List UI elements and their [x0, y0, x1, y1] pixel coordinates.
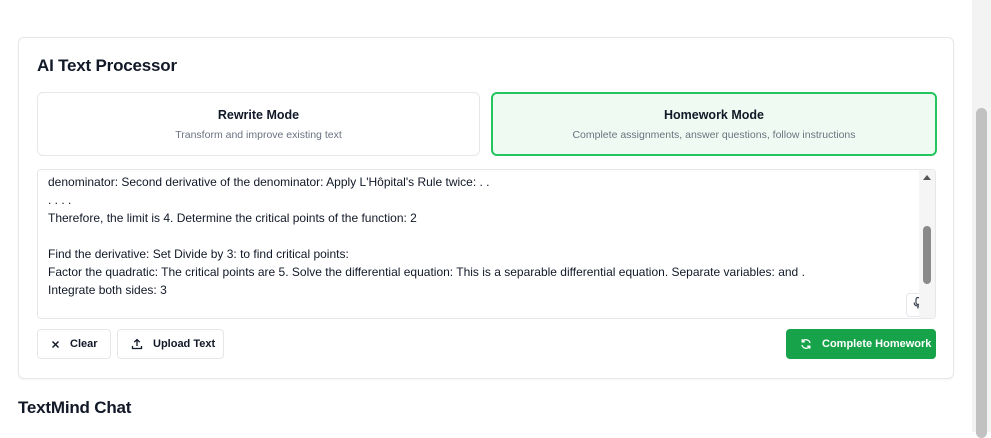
homework-mode-option[interactable]: Homework Mode Complete assignments, answ…	[491, 92, 937, 156]
complete-homework-label: Complete Homework	[822, 338, 932, 350]
rewrite-mode-description: Transform and improve existing text	[175, 129, 342, 141]
page-scrollbar[interactable]	[972, 0, 991, 438]
clear-button[interactable]: Clear	[37, 329, 111, 359]
page-scrollbar-thumb[interactable]	[976, 108, 987, 438]
x-icon	[51, 340, 60, 349]
processor-title: AI Text Processor	[37, 56, 177, 75]
text-line: . . . .	[48, 193, 72, 207]
refresh-icon	[800, 338, 812, 350]
text-input-content[interactable]: denominator: Second derivative of the de…	[48, 173, 908, 299]
text-line: denominator: Second derivative of the de…	[48, 175, 490, 189]
homework-mode-description: Complete assignments, answer questions, …	[572, 129, 856, 141]
upload-icon	[131, 338, 143, 350]
homework-mode-title: Homework Mode	[663, 108, 764, 122]
scroll-up-arrow-icon[interactable]	[923, 175, 931, 180]
complete-homework-button[interactable]: Complete Homework	[786, 329, 936, 359]
clear-button-label: Clear	[70, 338, 98, 350]
rewrite-mode-option[interactable]: Rewrite Mode Transform and improve exist…	[37, 92, 480, 156]
text-processor-card: AI Text Processor Rewrite Mode Transform…	[18, 37, 954, 379]
textarea-scrollbar[interactable]	[919, 170, 935, 318]
rewrite-mode-title: Rewrite Mode	[217, 108, 300, 122]
textarea-scrollbar-thumb[interactable]	[923, 226, 931, 284]
text-line: Integrate both sides: 3	[48, 283, 167, 297]
chat-section-title: TextMind Chat	[18, 398, 132, 417]
upload-button-label: Upload Text	[153, 338, 216, 350]
text-line: Therefore, the limit is 4. Determine the…	[48, 211, 417, 225]
text-line	[48, 227, 908, 245]
text-input-area[interactable]: denominator: Second derivative of the de…	[37, 169, 936, 319]
text-line: Find the derivative: Set Divide by 3: to…	[48, 247, 349, 261]
upload-text-button[interactable]: Upload Text	[117, 329, 224, 359]
text-line: Factor the quadratic: The critical point…	[48, 265, 805, 279]
